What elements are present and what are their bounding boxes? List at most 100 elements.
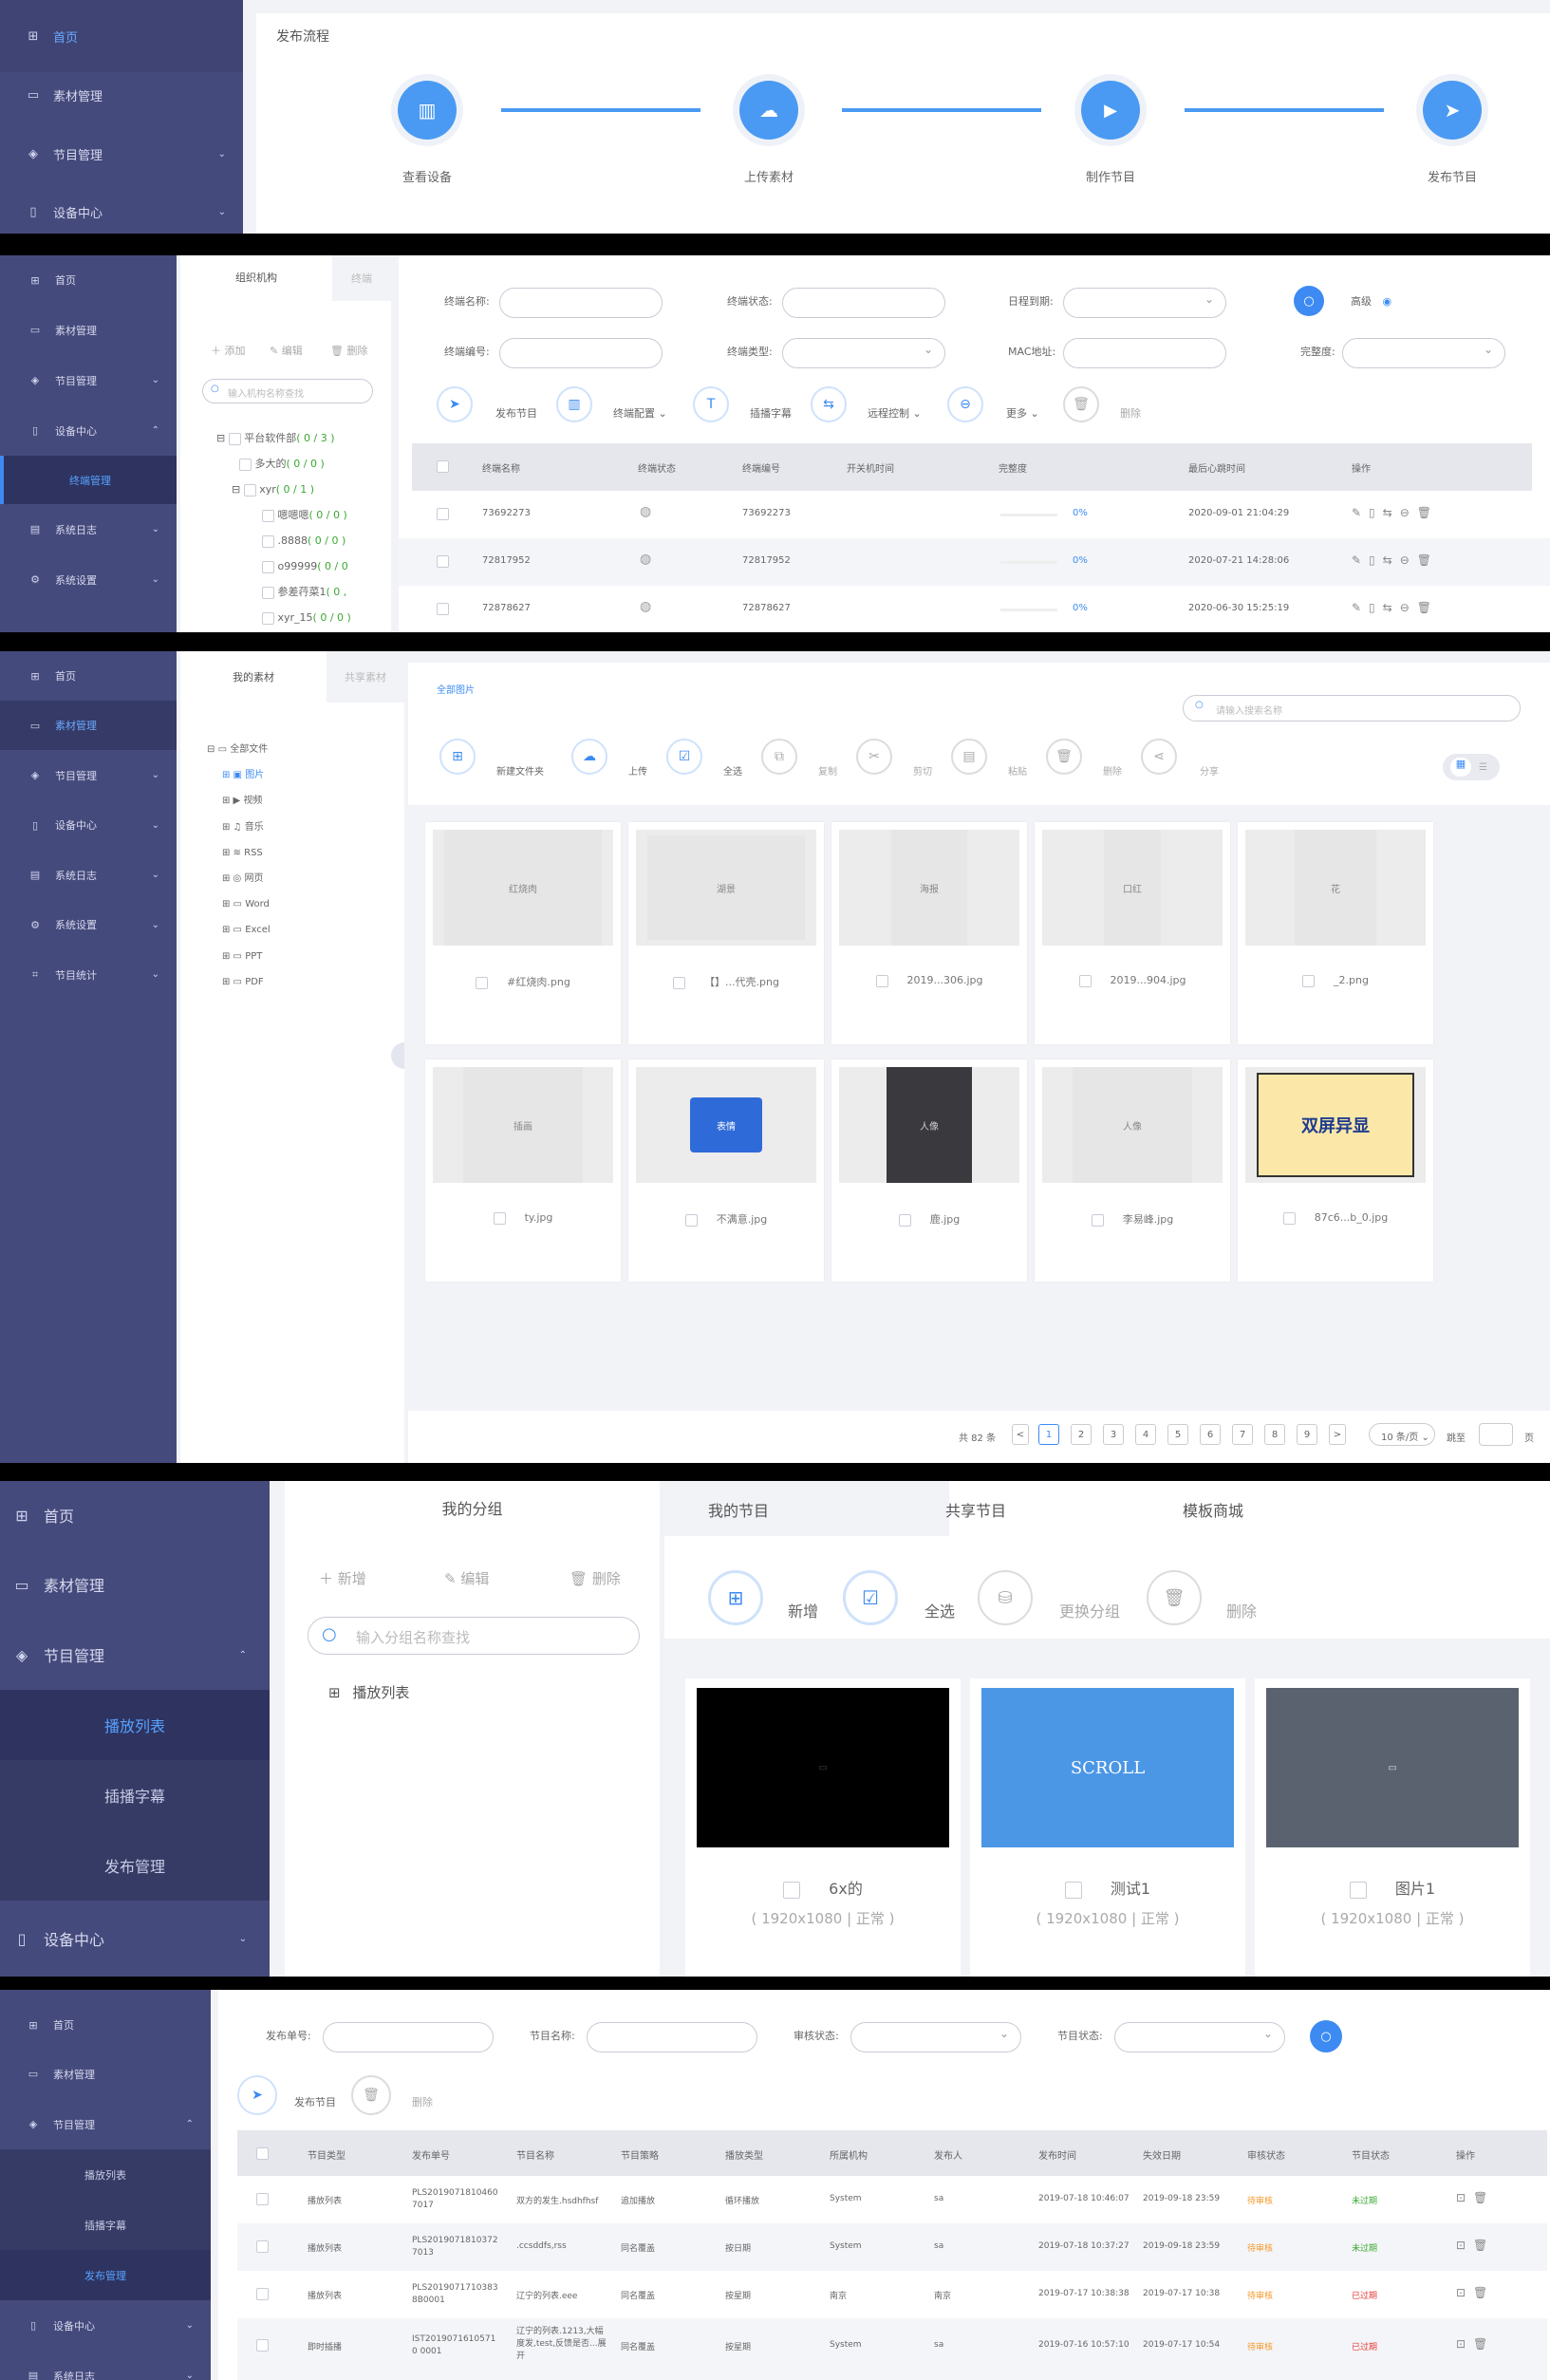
- sidebar-item-publish[interactable]: 发布管理: [0, 1830, 270, 1901]
- type-ppt[interactable]: ⊞ ▭ PPT: [207, 944, 271, 969]
- add-program-button[interactable]: ⊞: [708, 1570, 763, 1625]
- sidebar-item-subtitles[interactable]: 插播字幕: [0, 2200, 211, 2250]
- tree-node[interactable]: ⊟ 平台软件部( 0 / 3 ): [216, 425, 351, 451]
- select-all-button[interactable]: ☑: [843, 1570, 898, 1625]
- step-upload[interactable]: ☁: [731, 74, 807, 146]
- change-group-button[interactable]: ⛁: [978, 1570, 1033, 1625]
- sidebar-item-materials[interactable]: ▭ 素材管理: [0, 701, 177, 750]
- more-button[interactable]: ⊖: [947, 386, 983, 422]
- sidebar-item-home[interactable]: ⊞ 首页: [0, 1481, 270, 1549]
- sidebar-item-logs[interactable]: ▤ 系统日志 ⌄: [0, 850, 177, 900]
- type-pdf[interactable]: ⊞ ▭ PDF: [207, 969, 271, 995]
- terminal-type-select[interactable]: [782, 338, 945, 368]
- step-publish[interactable]: ➤: [1414, 74, 1490, 146]
- sidebar-item-playlist[interactable]: 播放列表: [0, 2149, 211, 2200]
- page-8[interactable]: 8: [1264, 1424, 1285, 1445]
- sidebar-item-subtitles[interactable]: 插播字幕: [0, 1760, 270, 1830]
- subtitle-button[interactable]: T: [693, 386, 729, 422]
- table-row[interactable]: 72817952 ◍ 72817952 0% 2020-07-21 14:28:…: [399, 538, 1550, 586]
- delete-group-button[interactable]: 🗑 删除: [570, 1568, 621, 1588]
- group-tree-node[interactable]: ⊞ 播放列表: [328, 1682, 409, 1702]
- file-card[interactable]: 口红 2019...904.jpg: [1035, 822, 1230, 1044]
- table-row[interactable]: 播放列表 PLS20190717103838B0001 辽宁的列表.eee 同名…: [237, 2271, 1547, 2318]
- sidebar-item-logs[interactable]: ▤ 系统日志 ⌄: [0, 2351, 211, 2380]
- table-row[interactable]: 播放列表 PLS20190718104607017 双方的发生.hsdhfhsf…: [237, 2176, 1547, 2223]
- page-2[interactable]: 2: [1071, 1424, 1092, 1445]
- edit-group-button[interactable]: ✎ 编辑: [444, 1568, 489, 1588]
- file-card[interactable]: 红烧肉 #红烧肉.png: [425, 822, 621, 1044]
- add-button[interactable]: ＋ 添加: [211, 343, 246, 358]
- tab-my-programs[interactable]: [664, 1481, 949, 1536]
- sidebar-item-materials[interactable]: ▭ 素材管理: [0, 1549, 270, 1620]
- sidebar-item-home[interactable]: ⊞ 首页: [0, 255, 177, 305]
- tree-node[interactable]: 参差荇菜1( 0 ,: [216, 579, 351, 605]
- page-4[interactable]: 4: [1135, 1424, 1156, 1445]
- table-row[interactable]: 播放列表 PLS20190718103727013 .ccsddfs,rss 同…: [237, 2223, 1547, 2271]
- type-rss[interactable]: ⊞ ≋ RSS: [207, 840, 271, 866]
- page-6[interactable]: 6: [1200, 1424, 1221, 1445]
- prev-page[interactable]: <: [1012, 1424, 1029, 1445]
- file-card[interactable]: 人像 鹿.jpg: [831, 1059, 1027, 1282]
- type-excel[interactable]: ⊞ ▭ Excel: [207, 917, 271, 943]
- publish-no-input[interactable]: [323, 2022, 494, 2052]
- sidebar-item-programs[interactable]: ◈ 节目管理 ⌃: [0, 1620, 270, 1690]
- step-view-devices[interactable]: ▥: [389, 74, 465, 146]
- tab-terminal[interactable]: 终端: [332, 255, 391, 301]
- sidebar-item-programs[interactable]: ◈ 节目管理 ⌄: [0, 750, 177, 800]
- page-9[interactable]: 9: [1297, 1424, 1317, 1445]
- delete-program-button[interactable]: 🗑: [1147, 1570, 1202, 1625]
- table-row[interactable]: 即时插播 IST20190716105710 0001 辽宁的列表.1213,大…: [237, 2318, 1547, 2380]
- sidebar-item-home[interactable]: ⊞ 首页: [0, 0, 243, 72]
- terminal-no-input[interactable]: [499, 338, 663, 368]
- terminal-name-input[interactable]: [499, 288, 663, 318]
- schedule-expiry-select[interactable]: [1063, 288, 1226, 318]
- sidebar-item-devices[interactable]: ▯ 设备中心 ⌃: [0, 405, 177, 456]
- share-button[interactable]: ⋖: [1141, 739, 1177, 775]
- sidebar-item-logs[interactable]: ▤ 系统日志 ⌄: [0, 504, 177, 554]
- delete-button[interactable]: 🗑 删除: [330, 343, 367, 358]
- publish-program-button[interactable]: ➤: [437, 386, 473, 422]
- search-button[interactable]: ○: [1294, 286, 1324, 316]
- terminal-status-input[interactable]: [782, 288, 945, 318]
- sidebar-item-materials[interactable]: ▭ 素材管理: [0, 72, 243, 118]
- sidebar-item-devices[interactable]: ▯ 设备中心 ⌄: [0, 190, 243, 234]
- collapse-handle[interactable]: [391, 1042, 404, 1069]
- sidebar-item-devices[interactable]: ▯ 设备中心 ⌄: [0, 1901, 270, 1977]
- type-word[interactable]: ⊞ ▭ Word: [207, 891, 271, 917]
- type-video[interactable]: ⊞ ▶ 视频: [207, 788, 271, 814]
- add-group-button[interactable]: ＋ 新增: [319, 1568, 366, 1588]
- sidebar-item-programs[interactable]: ◈ 节目管理 ⌄: [0, 118, 243, 190]
- sidebar-item-programs[interactable]: ◈ 节目管理 ⌃: [0, 2099, 211, 2149]
- tab-shared-programs[interactable]: 共享节目: [945, 1498, 1006, 1521]
- sidebar-item-settings[interactable]: ⚙ 系统设置 ⌄: [0, 554, 177, 605]
- table-row[interactable]: 73692273 ◍ 73692273 0% 2020-09-01 21:04:…: [399, 491, 1550, 538]
- page-5[interactable]: 5: [1167, 1424, 1188, 1445]
- program-card[interactable]: ▭ 图片1 ( 1920x1080 | 正常 ): [1255, 1678, 1530, 1977]
- terminal-config-button[interactable]: ▥: [556, 386, 592, 422]
- sidebar-item-settings[interactable]: ⚙ 系统设置 ⌄: [0, 900, 177, 949]
- cut-button[interactable]: ✂: [856, 739, 892, 775]
- delete-button[interactable]: 🗑: [351, 2075, 391, 2115]
- tree-node[interactable]: 多大的( 0 / 0 ): [216, 451, 351, 477]
- type-music[interactable]: ⊞ ♫ 音乐: [207, 815, 271, 840]
- material-search-input[interactable]: ○ 请输入搜索名称: [1183, 695, 1521, 721]
- publish-program-button[interactable]: ➤: [237, 2075, 277, 2115]
- tab-shared-materials[interactable]: 共享素材: [327, 651, 404, 703]
- remote-control-button[interactable]: ⇆: [811, 386, 847, 422]
- audit-status-select[interactable]: [850, 2022, 1021, 2052]
- page-3[interactable]: 3: [1103, 1424, 1124, 1445]
- tree-node[interactable]: ⊟ xyr( 0 / 1 ): [216, 477, 351, 502]
- file-card[interactable]: 湖景 【】...代壳.png: [628, 822, 824, 1044]
- sidebar-item-publish[interactable]: 发布管理: [0, 2250, 211, 2300]
- tree-root[interactable]: ⊟ ▭ 全部文件: [207, 737, 271, 762]
- new-folder-button[interactable]: ⊞: [439, 739, 476, 775]
- type-image[interactable]: ⊞ ▣ 图片: [207, 762, 271, 788]
- tree-node[interactable]: 嗯嗯嗯( 0 / 0 ): [216, 502, 351, 528]
- sidebar-item-devices[interactable]: ▯ 设备中心 ⌄: [0, 800, 177, 850]
- type-web[interactable]: ⊞ ◎ 网页: [207, 866, 271, 891]
- table-row[interactable]: 72878627 ◍ 72878627 0% 2020-06-30 15:25:…: [399, 586, 1550, 632]
- file-card[interactable]: 花 _2.png: [1238, 822, 1433, 1044]
- group-search-input[interactable]: ○ 输入分组名称查找: [308, 1617, 640, 1655]
- program-card[interactable]: ▭ 6x的 ( 1920x1080 | 正常 ): [685, 1678, 961, 1977]
- sidebar-item-home[interactable]: ⊞ 首页: [0, 651, 177, 701]
